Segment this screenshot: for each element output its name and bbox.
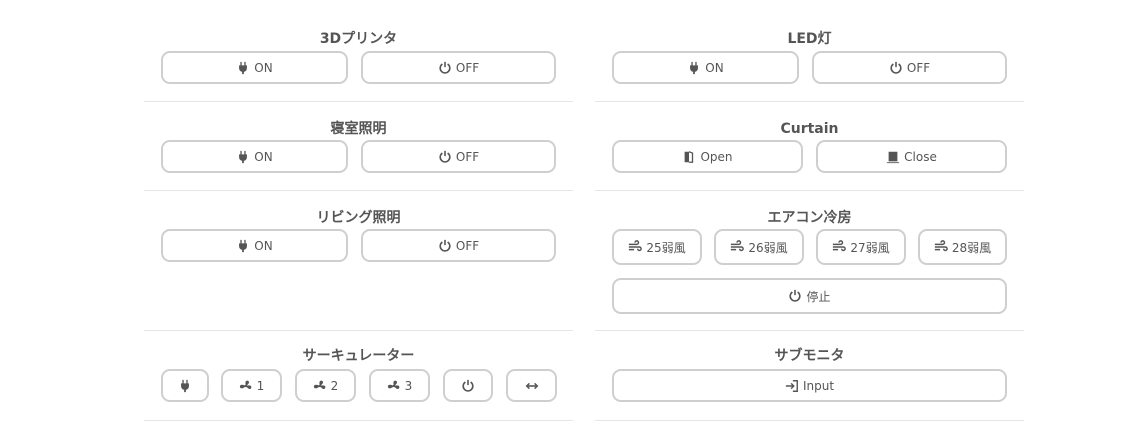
fan-icon (313, 379, 327, 393)
aircon-28-label: 28弱風 (951, 240, 992, 255)
circulator-title: サーキュレーター (302, 348, 415, 364)
aircon-stop-label: 停止 (806, 289, 831, 304)
right-column: LED灯 ON OFF Curtain Open Close エアコン冷房 25… (595, 0, 1024, 421)
plug-icon (178, 379, 192, 393)
submonitor-input-label: Input (802, 378, 835, 393)
led-title: LED灯 (787, 31, 832, 47)
power-icon (788, 289, 802, 303)
living-title: リビング照明 (316, 210, 401, 226)
submonitor-section: サブモニタ Input (595, 331, 1024, 421)
printer-section: 3Dプリンタ ON OFF (144, 0, 573, 102)
submonitor-title: サブモニタ (774, 348, 845, 364)
bedroom-off-label: OFF (455, 149, 480, 164)
living-off-button[interactable]: OFF (361, 229, 556, 262)
plug-icon (236, 239, 250, 253)
plug-icon (236, 61, 250, 75)
circulator-off-button[interactable] (443, 369, 493, 402)
circulator-speed2-label: 2 (330, 378, 339, 393)
circulator-power-on-button[interactable] (161, 369, 209, 402)
power-icon (461, 379, 475, 393)
left-column: 3Dプリンタ ON OFF 寝室照明 ON OFF リビング照明 ON OFF … (144, 0, 573, 421)
bedroom-on-button[interactable]: ON (161, 140, 348, 173)
power-icon (438, 61, 452, 75)
fan-icon (239, 379, 253, 393)
living-off-label: OFF (455, 238, 480, 253)
aircon-stop-button[interactable]: 停止 (612, 278, 1007, 314)
fan-icon (387, 379, 401, 393)
aircon-section: エアコン冷房 25弱風 26弱風 27弱風 28弱風 停止 (595, 191, 1024, 331)
printer-off-button[interactable]: OFF (361, 51, 556, 84)
sign-in-icon (785, 379, 799, 393)
power-icon (889, 61, 903, 75)
door-closed-icon (886, 150, 900, 164)
submonitor-input-button[interactable]: Input (612, 369, 1007, 402)
plug-icon (687, 61, 701, 75)
curtain-open-label: Open (700, 149, 733, 164)
led-off-button[interactable]: OFF (812, 51, 1007, 84)
curtain-close-button[interactable]: Close (816, 140, 1007, 173)
aircon-26-label: 26弱風 (748, 240, 788, 255)
circulator-speed1-label: 1 (256, 378, 265, 393)
bedroom-section: 寝室照明 ON OFF (144, 102, 573, 191)
curtain-close-label: Close (904, 149, 937, 164)
aircon-27-button[interactable]: 27弱風 (816, 229, 906, 265)
led-section: LED灯 ON OFF (595, 0, 1024, 102)
wind-icon (628, 240, 643, 254)
aircon-25-button[interactable]: 25弱風 (612, 229, 702, 265)
aircon-26-button[interactable]: 26弱風 (714, 229, 804, 265)
curtain-section: Curtain Open Close (595, 102, 1024, 191)
bedroom-off-button[interactable]: OFF (361, 140, 556, 173)
wind-icon (934, 240, 948, 254)
circulator-section: サーキュレーター 1 2 3 (144, 331, 573, 421)
aircon-title: エアコン冷房 (767, 210, 852, 226)
circulator-speed3-button[interactable]: 3 (369, 369, 430, 402)
led-on-button[interactable]: ON (612, 51, 799, 84)
circulator-speed2-button[interactable]: 2 (295, 369, 356, 402)
circulator-speed1-button[interactable]: 1 (221, 369, 282, 402)
printer-off-label: OFF (455, 60, 480, 75)
printer-on-label: ON (254, 60, 273, 75)
power-icon (438, 150, 452, 164)
aircon-28-button[interactable]: 28弱風 (918, 229, 1007, 265)
swap-icon (525, 379, 539, 393)
circulator-speed3-label: 3 (404, 378, 413, 393)
door-open-icon (682, 150, 696, 164)
living-on-button[interactable]: ON (161, 229, 348, 262)
aircon-27-label: 27弱風 (850, 240, 890, 255)
bedroom-on-label: ON (254, 149, 273, 164)
printer-on-button[interactable]: ON (161, 51, 348, 84)
plug-icon (236, 150, 250, 164)
led-on-label: ON (705, 60, 724, 75)
power-icon (438, 239, 452, 253)
wind-icon (832, 240, 847, 254)
living-section: リビング照明 ON OFF (144, 191, 573, 331)
printer-title: 3Dプリンタ (319, 31, 398, 47)
bedroom-title: 寝室照明 (330, 121, 387, 137)
curtain-title: Curtain (780, 121, 839, 137)
curtain-open-button[interactable]: Open (612, 140, 803, 173)
led-off-label: OFF (906, 60, 931, 75)
wind-icon (730, 240, 745, 254)
circulator-swing-button[interactable] (506, 369, 557, 402)
living-on-label: ON (254, 238, 273, 253)
aircon-25-label: 25弱風 (646, 240, 686, 255)
